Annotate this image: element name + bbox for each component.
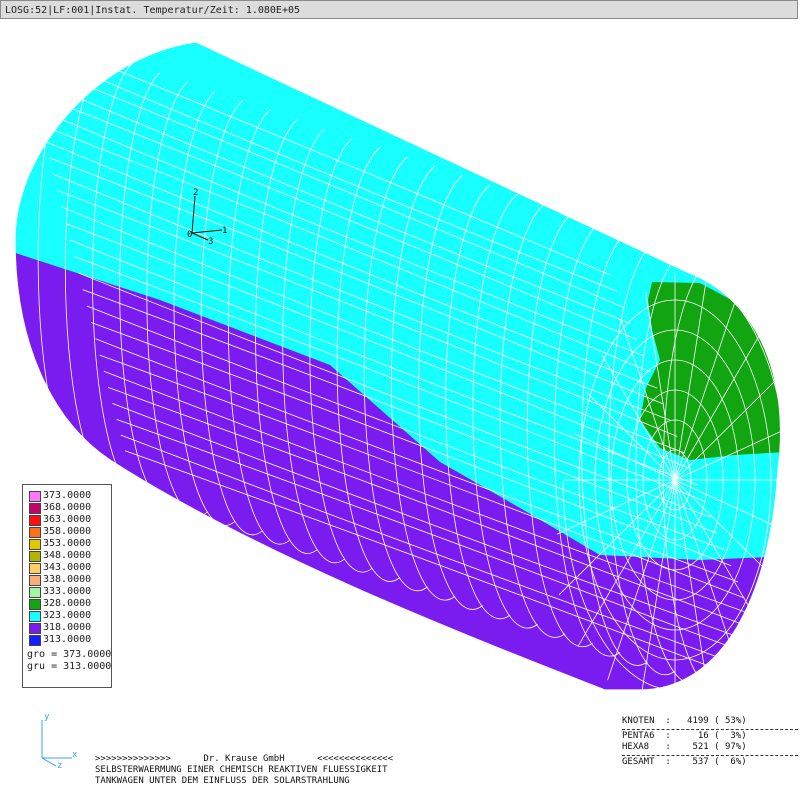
stat-knoten: KNOTEN : 4199 ( 53%)	[622, 716, 747, 726]
legend-value-label: 373.0000	[43, 490, 92, 501]
screen-axis-triad: y x z	[41, 712, 78, 768]
legend-color-swatch	[29, 575, 41, 586]
screen-axis-y: y	[44, 712, 50, 722]
legend-color-swatch	[29, 599, 41, 610]
legend-value-label: 328.0000	[43, 598, 92, 609]
legend-color-swatch	[29, 611, 41, 622]
legend-value-label: 338.0000	[43, 574, 92, 585]
axis-label-1: 1	[222, 226, 227, 236]
screen-axis-z: z	[57, 761, 62, 768]
legend-value-label: 353.0000	[43, 538, 92, 549]
stat-gesamt: GESAMT : 537 ( 6%)	[622, 756, 747, 767]
stat-penta6: PENTA6 : 16 ( 3%)	[622, 730, 747, 741]
green-temperature-region	[640, 282, 781, 460]
mesh-statistics: KNOTEN : 4199 ( 53%) PENTA6 : 16 ( 3%) HEX…	[622, 716, 798, 768]
company-line: >>>>>>>>>>>>>> Dr. Krause GmbH <<<<<<<<<…	[95, 754, 394, 764]
legend-value-label: 333.0000	[43, 586, 92, 597]
model-description: >>>>>>>>>>>>>> Dr. Krause GmbH <<<<<<<<<…	[95, 754, 393, 787]
stat-hexa8: HEXA8 : 521 ( 97%)	[622, 742, 747, 752]
legend-color-swatch	[29, 491, 41, 502]
stats-separator	[622, 754, 798, 756]
fe-postprocessor-window: LOSG:52|LF:001|Instat. Temperatur/Zeit: …	[0, 0, 800, 800]
stats-separator	[622, 728, 798, 730]
legend-value-label: 358.0000	[43, 526, 92, 537]
legend-value-label: 348.0000	[43, 550, 92, 561]
legend-color-swatch	[29, 515, 41, 526]
legend-color-swatch	[29, 539, 41, 550]
legend-upper-bound: gro = 373.0000	[27, 649, 112, 660]
axis-label-2: 2	[193, 188, 198, 198]
model-viewport[interactable]: 2 1 3 0	[0, 20, 800, 800]
legend-color-swatch	[29, 635, 41, 646]
legend-value-label: 323.0000	[43, 610, 92, 621]
description-line-1: SELBSTERWAERMUNG EINER CHEMISCH REAKTIVE…	[95, 765, 388, 775]
legend-color-swatch	[29, 563, 41, 574]
temperature-legend: 373.0000 368.0000 363.0000 358.0000 353.0000…	[22, 484, 112, 688]
legend-value-label: 313.0000	[43, 634, 92, 645]
legend-color-swatch	[29, 527, 41, 538]
axis-origin-label: 0	[187, 230, 192, 240]
legend-value-label: 368.0000	[43, 502, 92, 513]
description-line-2: TANKWAGEN UNTER DEM EINFLUSS DER SOLARST…	[95, 776, 350, 786]
legend-color-swatch	[29, 551, 41, 562]
screen-axis-x: x	[72, 750, 78, 760]
legend-value-label: 318.0000	[43, 622, 92, 633]
title-bar: LOSG:52|LF:001|Instat. Temperatur/Zeit: …	[0, 0, 798, 19]
legend-value-label: 363.0000	[43, 514, 92, 525]
legend-color-swatch	[29, 587, 41, 598]
legend-color-swatch	[29, 623, 41, 634]
axis-label-3: 3	[208, 237, 213, 247]
legend-value-label: 343.0000	[43, 562, 92, 573]
legend-lower-bound: gru = 313.0000	[27, 661, 112, 672]
legend-color-swatch	[29, 503, 41, 514]
